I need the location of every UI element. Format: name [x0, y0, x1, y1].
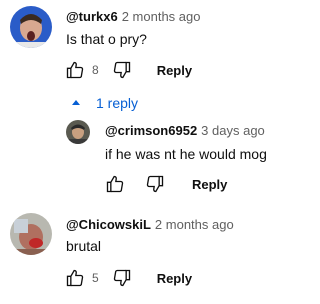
comment-text: Is that o pry? [66, 31, 147, 47]
like-count: 8 [92, 63, 99, 77]
avatar[interactable] [10, 213, 52, 255]
comment-text: if he was nt he would mog [105, 146, 267, 162]
thumbs-up-icon[interactable] [64, 267, 86, 289]
comment-actions: 5 Reply [64, 266, 192, 290]
replies-toggle[interactable]: 1 reply [70, 93, 138, 113]
timestamp[interactable]: 2 months ago [122, 9, 201, 24]
comment-text: brutal [66, 238, 102, 254]
comment-meta: @crimson6952 3 days ago [105, 123, 265, 138]
replies-toggle-label: 1 reply [96, 95, 139, 111]
thumbs-up-icon[interactable] [64, 59, 86, 81]
like-count: 5 [92, 271, 99, 285]
reply-button[interactable]: Reply [192, 177, 227, 192]
reply-button[interactable]: Reply [157, 271, 192, 286]
thumbs-down-icon[interactable] [111, 59, 133, 81]
thumbs-down-icon[interactable] [144, 173, 166, 195]
comment-actions: Reply [104, 172, 227, 196]
thumbs-down-icon[interactable] [111, 267, 133, 289]
thumbs-up-icon[interactable] [104, 173, 126, 195]
reply-button[interactable]: Reply [157, 63, 192, 78]
author-handle[interactable]: @ChicowskiL [66, 217, 151, 232]
avatar[interactable] [66, 120, 90, 144]
timestamp[interactable]: 3 days ago [201, 123, 265, 138]
comment-meta: @ChicowskiL 2 months ago [66, 217, 234, 232]
author-handle[interactable]: @turkx6 [66, 9, 118, 24]
author-handle[interactable]: @crimson6952 [105, 123, 197, 138]
comment-meta: @turkx6 2 months ago [66, 9, 200, 24]
timestamp[interactable]: 2 months ago [155, 217, 234, 232]
avatar[interactable] [10, 6, 52, 48]
caret-up-icon [70, 97, 82, 109]
comment-actions: 8 Reply [64, 58, 192, 82]
